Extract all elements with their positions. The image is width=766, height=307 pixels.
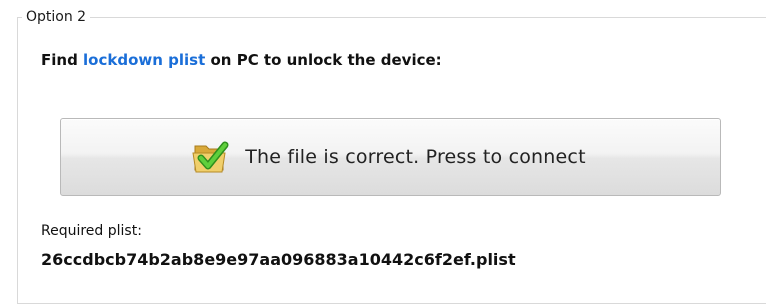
instruction-prefix: Find: [41, 51, 84, 69]
connect-button-label: The file is correct. Press to connect: [245, 146, 586, 168]
connect-button[interactable]: The file is correct. Press to connect: [60, 118, 721, 196]
lockdown-plist-link[interactable]: lockdown plist: [83, 51, 205, 69]
required-plist-label: Required plist:: [41, 223, 142, 239]
group-title: Option 2: [22, 7, 91, 27]
required-plist-filename: 26ccdbcb74b2ab8e9e97aa096883a10442c6f2ef…: [41, 250, 516, 269]
instruction-heading: Find lockdown plist on PC to unlock the …: [41, 48, 442, 72]
folder-checkmark-icon: [189, 136, 231, 178]
instruction-suffix: on PC to unlock the device:: [205, 51, 442, 69]
